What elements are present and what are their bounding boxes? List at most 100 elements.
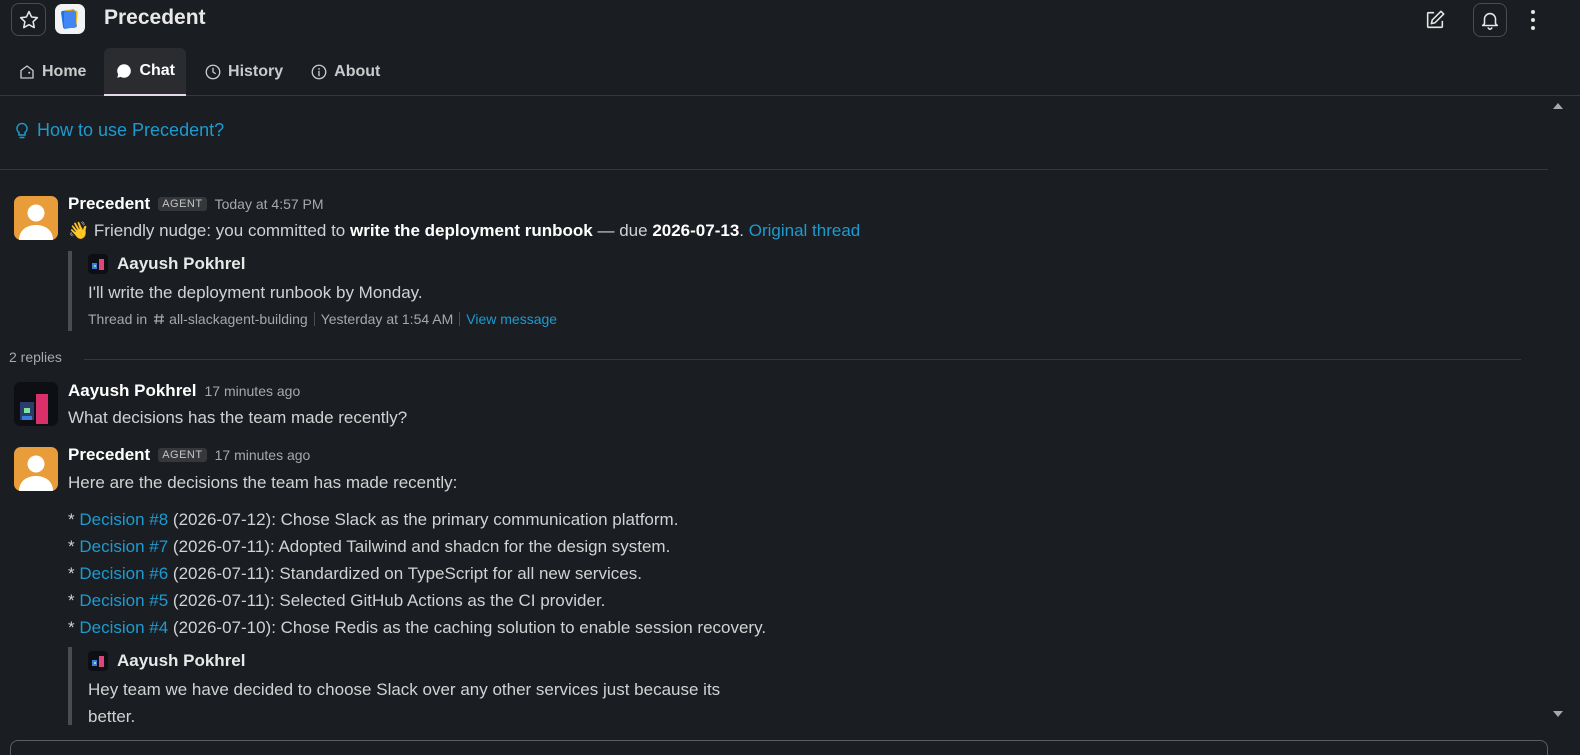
meta-separator bbox=[313, 312, 315, 326]
decision-link[interactable]: Decision #4 bbox=[79, 618, 168, 637]
help-link[interactable]: How to use Precedent? bbox=[15, 120, 224, 141]
info-icon bbox=[311, 64, 327, 80]
user-avatar-icon bbox=[92, 259, 104, 270]
quoted-message bbox=[68, 647, 72, 725]
agent-badge: AGENT bbox=[158, 197, 207, 211]
meta-separator bbox=[459, 312, 461, 326]
header: Precedent Home Chat History About bbox=[0, 0, 1580, 96]
scrollbar[interactable] bbox=[1548, 96, 1568, 726]
person-icon bbox=[19, 455, 53, 491]
agent-badge: AGENT bbox=[158, 448, 207, 462]
nudge-due-date: 2026-07-13 bbox=[652, 221, 740, 240]
decision-item: * Decision #4 (2026-07-10): Chose Redis … bbox=[68, 618, 766, 638]
replies-count: 2 replies bbox=[9, 349, 62, 365]
nudge-mid: — due bbox=[597, 221, 648, 240]
decisions-intro: Here are the decisions the team has made… bbox=[68, 473, 458, 492]
message-time[interactable]: 17 minutes ago bbox=[205, 383, 301, 399]
more-options-button[interactable] bbox=[1518, 3, 1548, 37]
quote-meta: Thread in all-slackagent-building Yester… bbox=[88, 311, 557, 327]
decision-link[interactable]: Decision #6 bbox=[79, 564, 168, 583]
scroll-up-arrow-icon[interactable] bbox=[1553, 103, 1563, 109]
thread-prefix: Thread in bbox=[88, 311, 148, 327]
quote-text: I'll write the deployment runbook by Mon… bbox=[88, 283, 423, 302]
replies-line bbox=[84, 359, 1521, 360]
user-avatar-icon bbox=[92, 656, 104, 667]
decision-text: (2026-07-11): Standardized on TypeScript… bbox=[172, 564, 642, 583]
bullet: * bbox=[68, 537, 75, 556]
user-avatar-icon bbox=[14, 382, 58, 426]
tab-about[interactable]: About bbox=[301, 48, 389, 96]
star-icon bbox=[19, 10, 38, 28]
decision-link[interactable]: Decision #7 bbox=[79, 537, 168, 556]
nudge-end: . bbox=[739, 221, 745, 240]
tab-history[interactable]: History bbox=[195, 48, 292, 96]
nudge-prefix: Friendly nudge: you committed to bbox=[93, 221, 346, 240]
channel-name[interactable]: all-slackagent-building bbox=[169, 311, 308, 327]
compose-icon bbox=[1426, 10, 1445, 29]
decision-link[interactable]: Decision #8 bbox=[79, 510, 168, 529]
nudge-task: write the deployment runbook bbox=[350, 221, 593, 240]
clock-icon bbox=[205, 64, 221, 80]
star-button[interactable] bbox=[11, 3, 46, 36]
quote-author-name[interactable]: Aayush Pokhrel bbox=[117, 651, 246, 671]
sender-name[interactable]: Aayush Pokhrel bbox=[68, 381, 197, 401]
message-composer[interactable] bbox=[10, 740, 1548, 755]
tab-about-label: About bbox=[334, 63, 381, 80]
tab-bar: Home Chat History About bbox=[0, 48, 389, 96]
decision-item: * Decision #8 (2026-07-12): Chose Slack … bbox=[68, 510, 678, 530]
divider bbox=[0, 169, 1548, 170]
sender-name[interactable]: Precedent bbox=[68, 445, 150, 465]
user-question-text: What decisions has the team made recentl… bbox=[68, 408, 408, 427]
view-message-link[interactable]: View message bbox=[466, 311, 557, 327]
decision-text: (2026-07-11): Selected GitHub Actions as… bbox=[172, 591, 606, 610]
decision-text: (2026-07-12): Chose Slack as the primary… bbox=[172, 510, 679, 529]
quote-line: Hey team we have decided to choose Slack… bbox=[88, 680, 721, 699]
more-vertical-icon bbox=[1531, 10, 1535, 30]
decision-item: * Decision #7 (2026-07-11): Adopted Tail… bbox=[68, 537, 670, 557]
tab-home-label: Home bbox=[42, 63, 87, 80]
quote-author: Aayush Pokhrel bbox=[88, 254, 246, 274]
quote-line: better. bbox=[88, 707, 136, 726]
message-header: Precedent AGENT 17 minutes ago bbox=[68, 445, 310, 465]
message-header: Aayush Pokhrel 17 minutes ago bbox=[68, 381, 300, 401]
message-header: Precedent AGENT Today at 4:57 PM bbox=[68, 194, 324, 214]
nudge-message-text: 👋 Friendly nudge: you committed to write… bbox=[68, 221, 860, 241]
wave-emoji: 👋 bbox=[68, 221, 90, 240]
app-logo bbox=[55, 4, 85, 34]
bullet: * bbox=[68, 618, 75, 637]
original-thread-link[interactable]: Original thread bbox=[749, 221, 861, 240]
precedent-avatar[interactable] bbox=[14, 196, 58, 240]
tab-chat-label: Chat bbox=[139, 62, 176, 79]
home-icon bbox=[20, 65, 34, 79]
notifications-button[interactable] bbox=[1473, 3, 1507, 37]
message-time[interactable]: Today at 4:57 PM bbox=[215, 196, 324, 212]
decision-text: (2026-07-11): Adopted Tailwind and shadc… bbox=[172, 537, 671, 556]
precedent-avatar[interactable] bbox=[14, 447, 58, 491]
quote-author-name[interactable]: Aayush Pokhrel bbox=[117, 254, 246, 274]
replies-divider: 2 replies bbox=[9, 349, 62, 365]
quote-author: Aayush Pokhrel bbox=[88, 651, 246, 671]
decision-link[interactable]: Decision #5 bbox=[79, 591, 168, 610]
message-time[interactable]: 17 minutes ago bbox=[215, 447, 311, 463]
user-mini-avatar bbox=[88, 254, 108, 274]
app-window: Precedent Home Chat History About How to… bbox=[0, 0, 1580, 755]
quote-time: Yesterday at 1:54 AM bbox=[320, 311, 454, 327]
chat-icon bbox=[117, 64, 132, 78]
bullet: * bbox=[68, 510, 75, 529]
tab-chat[interactable]: Chat bbox=[104, 48, 187, 96]
aayush-avatar[interactable] bbox=[14, 382, 58, 426]
app-logo-icon bbox=[61, 9, 78, 29]
user-mini-avatar bbox=[88, 651, 108, 671]
app-title: Precedent bbox=[104, 6, 206, 29]
hash-icon bbox=[154, 313, 165, 325]
lightbulb-icon bbox=[16, 122, 28, 138]
quoted-message bbox=[68, 251, 72, 331]
decision-item: * Decision #5 (2026-07-11): Selected Git… bbox=[68, 591, 605, 611]
tab-home[interactable]: Home bbox=[9, 48, 95, 96]
scroll-down-arrow-icon[interactable] bbox=[1553, 711, 1563, 717]
decision-text: (2026-07-10): Chose Redis as the caching… bbox=[172, 618, 767, 637]
sender-name[interactable]: Precedent bbox=[68, 194, 150, 214]
compose-button[interactable] bbox=[1418, 3, 1452, 37]
bell-icon bbox=[1481, 12, 1499, 30]
bullet: * bbox=[68, 591, 75, 610]
